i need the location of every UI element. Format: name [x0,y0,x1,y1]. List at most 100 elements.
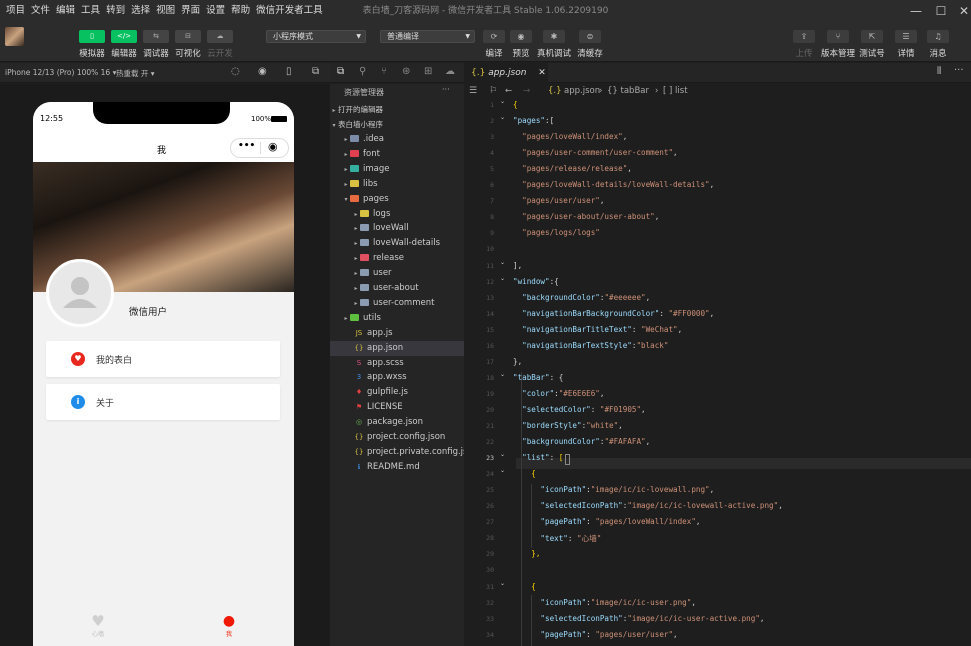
mid-toolbar-label[interactable]: 真机调试 [536,47,572,59]
project-avatar[interactable] [5,27,24,46]
mid-toolbar-2-icon[interactable]: ✱ [543,30,565,43]
menu-item[interactable]: 工具 [78,0,103,22]
close-tab-icon[interactable]: ✕ [538,68,546,78]
tree-item[interactable]: ▸ loveWall-details [330,236,464,251]
search-icon[interactable]: ⚲ [359,66,366,77]
close-window-button[interactable]: ✕ [953,0,971,22]
tree-item[interactable]: ▸ release [330,251,464,266]
files-icon[interactable]: ⧉ [337,66,344,77]
right-toolbar-4-icon[interactable]: ♫ [927,30,949,43]
left-toolbar-3-icon[interactable]: ⊟ [175,30,201,43]
left-toolbar-1-icon[interactable]: </> [111,30,137,43]
more-dots-icon[interactable]: ••• [238,141,255,151]
split-editor-icon[interactable]: ⫴ [937,66,941,77]
menu-item[interactable]: 项目 [0,0,28,22]
bookmark-icon[interactable]: ⚐ [489,84,497,98]
tree-item[interactable]: Sapp.scss [330,356,464,371]
mid-toolbar-1-icon[interactable]: ◉ [510,30,532,43]
right-toolbar-3-icon[interactable]: ☰ [895,30,917,43]
tree-item[interactable]: ◎ package.json [330,415,464,430]
maximize-button[interactable]: ☐ [930,0,952,22]
menu-item[interactable]: 帮助 [228,0,253,22]
tree-item[interactable]: ▸ loveWall [330,221,464,236]
tree-item[interactable]: {}project.private.config.js... [330,445,464,460]
tree-item[interactable]: ▸ user-about [330,281,464,296]
tree-item[interactable]: ℹ README.md [330,460,464,475]
debug-icon[interactable]: ⊛ [402,66,410,77]
compile-select[interactable]: 普通编译 ▼ [380,30,475,43]
right-toolbar-label[interactable]: 测试号 [854,47,890,59]
breadcrumb-item[interactable]: {} tabBar [607,84,649,98]
tree-item[interactable]: ⚑ LICENSE [330,400,464,415]
minimize-button[interactable]: — [905,0,927,22]
fold-chevron-icon[interactable]: ⌄ [500,98,505,105]
fold-chevron-icon[interactable]: ⌄ [500,114,505,121]
avatar[interactable] [46,259,114,327]
tree-item[interactable]: ▾ pages [330,192,464,207]
right-toolbar-0-icon[interactable]: ⇪ [793,30,815,43]
right-toolbar-2-icon[interactable]: ⇱ [861,30,883,43]
menu-item[interactable]: 选择 [128,0,153,22]
rotate-icon[interactable]: ◌ [231,66,240,77]
record-icon[interactable]: ◉ [258,66,267,77]
tab-app-json[interactable]: {.} app.json ✕ [464,63,548,83]
open-editors-section[interactable]: ▸ 打开的编辑器 [330,102,464,117]
left-toolbar-label[interactable]: 编辑器 [106,47,142,59]
fold-chevron-icon[interactable]: ⌄ [500,275,505,282]
tree-item[interactable]: 3 app.wxss [330,370,464,385]
left-toolbar-0-icon[interactable]: ▯ [79,30,105,43]
menu-item[interactable]: 微信开发者工具 [253,0,326,22]
menu-item[interactable]: 界面 [178,0,203,22]
right-toolbar-label[interactable]: 消息 [920,47,956,59]
editor-more-icon[interactable]: ··· [954,65,964,76]
right-toolbar-label[interactable]: 详情 [888,47,924,59]
right-toolbar-label[interactable]: 上传 [786,47,822,59]
breadcrumb-item[interactable]: [ ] list [663,84,688,98]
phone-icon[interactable]: ▯ [286,66,292,77]
tree-item[interactable]: {} project.config.json [330,430,464,445]
fold-chevron-icon[interactable]: ⌄ [500,580,505,587]
tree-item[interactable]: ▸ font [330,147,464,162]
tree-item[interactable]: JS app.js [330,326,464,341]
forward-icon[interactable]: → [523,84,530,98]
menu-item[interactable]: 设置 [203,0,228,22]
breadcrumb-item[interactable]: app.json [564,84,600,98]
project-root[interactable]: ▾ 表白墙小程序 [330,117,464,132]
tab-lovewall[interactable]: ♥ 心墙 [85,613,111,638]
tree-item[interactable]: ▸ .idea [330,132,464,147]
left-toolbar-label[interactable]: 可视化 [170,47,206,59]
menu-item[interactable]: 文件 [28,0,53,22]
fold-chevron-icon[interactable]: ⌄ [500,467,505,474]
tree-item[interactable]: ▸ utils [330,311,464,326]
right-toolbar-label[interactable]: 版本管理 [820,47,856,59]
fold-chevron-icon[interactable]: ⌄ [500,259,505,266]
tree-item[interactable]: ▸ logs [330,207,464,222]
popout-icon[interactable]: ⧉ [312,66,319,77]
mid-toolbar-3-icon[interactable]: ⊜ [579,30,601,43]
hotreload-select[interactable]: 热重载 开 ▾ [116,68,155,79]
cloud-icon[interactable]: ☁ [445,66,455,77]
right-toolbar-1-icon[interactable]: ⑂ [827,30,849,43]
tree-item[interactable]: {} app.json [330,340,464,356]
left-toolbar-4-icon[interactable]: ☁ [207,30,233,43]
left-toolbar-2-icon[interactable]: ⇆ [143,30,169,43]
extensions-icon[interactable]: ⊞ [424,66,432,77]
list-item-about[interactable]: i 关于 [46,384,280,420]
tree-item[interactable]: ▸ image [330,162,464,177]
mode-select[interactable]: 小程序模式 ▼ [266,30,366,43]
fold-chevron-icon[interactable]: ⌄ [500,371,505,378]
close-target-icon[interactable]: ◉ [268,140,278,153]
mid-toolbar-label[interactable]: 清缓存 [572,47,608,59]
back-icon[interactable]: ← [505,84,512,98]
device-select[interactable]: iPhone 12/13 (Pro) 100% 16 ▾ [5,68,116,77]
tree-item[interactable]: ♦ gulpfile.js [330,385,464,400]
list-item-my-confession[interactable]: ♥ 我的表白 [46,341,280,377]
tab-me[interactable]: ● 我 [216,613,242,638]
mid-toolbar-label[interactable]: 预览 [503,47,539,59]
tree-item[interactable]: ▸ user [330,266,464,281]
mid-toolbar-0-icon[interactable]: ⟳ [483,30,505,43]
left-toolbar-label[interactable]: 云开发 [202,47,238,59]
source-control-icon[interactable]: ⑂ [381,66,387,77]
list-view-icon[interactable]: ☰ [469,84,477,98]
fold-chevron-icon[interactable]: ⌄ [500,451,505,458]
